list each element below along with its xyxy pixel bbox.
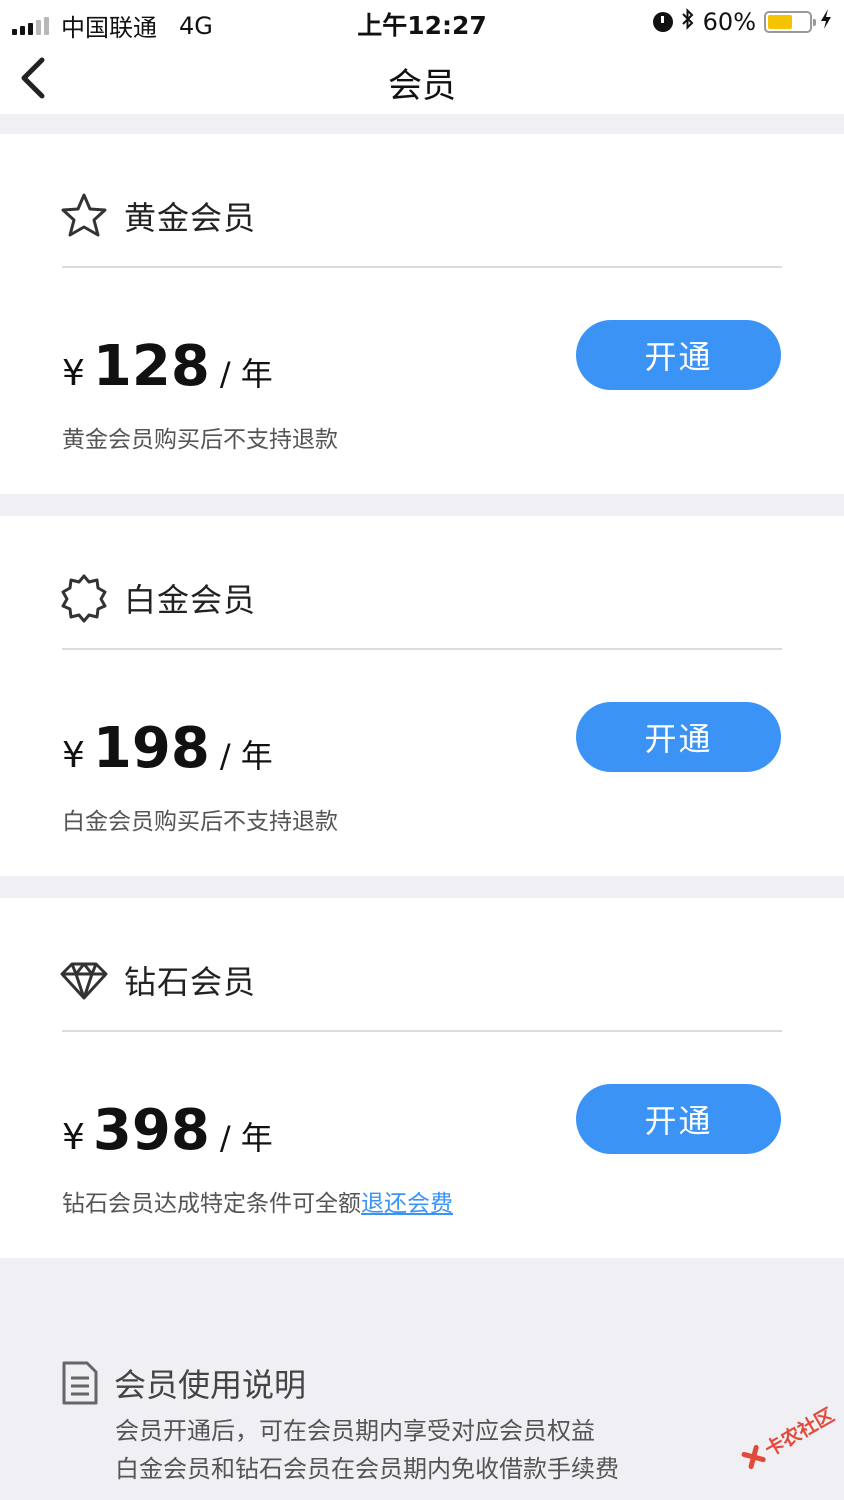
divider <box>62 1030 782 1032</box>
refund-fee-link[interactable]: 退还会费 <box>361 1191 453 1217</box>
open-diamond-button[interactable]: 开通 <box>576 1084 781 1154</box>
currency-symbol: ¥ <box>62 1117 85 1158</box>
plan-header: 钻石会员 <box>58 950 256 1010</box>
price-unit: / 年 <box>219 737 273 775</box>
plan-note: 黄金会员购买后不支持退款 <box>62 427 338 453</box>
divider <box>62 266 782 268</box>
plan-header: 黄金会员 <box>58 186 256 246</box>
plan-price: ¥ 398 / 年 <box>62 1098 273 1163</box>
star-icon <box>61 193 107 237</box>
battery-fill <box>768 15 792 29</box>
status-right: 60% <box>652 8 832 36</box>
price-unit: / 年 <box>219 1119 273 1157</box>
charging-icon <box>820 8 832 36</box>
battery-percent: 60% <box>702 8 756 36</box>
open-platinum-button[interactable]: 开通 <box>576 702 781 772</box>
plan-note: 钻石会员达成特定条件可全额退还会费 <box>62 1184 453 1218</box>
plan-name: 黄金会员 <box>124 199 257 237</box>
price-value: 198 <box>92 716 210 781</box>
currency-symbol: ¥ <box>62 353 85 394</box>
badge-icon <box>61 574 107 623</box>
nav-bar: 会员 <box>0 44 844 114</box>
instructions-body: 会员开通后，可在会员期内享受对应会员权益 白金会员和钻石会员在会员期内免收借款手… <box>115 1412 619 1488</box>
battery-icon <box>764 11 816 33</box>
currency-symbol: ¥ <box>62 735 85 776</box>
plan-name: 钻石会员 <box>124 963 257 1001</box>
price-value: 398 <box>92 1098 210 1163</box>
plan-card-gold: 黄金会员 ¥ 128 / 年 开通 黄金会员购买后不支持退款 <box>0 134 844 494</box>
plan-price: ¥ 128 / 年 <box>62 334 273 399</box>
diamond-icon <box>60 962 108 1000</box>
price-unit: / 年 <box>219 355 273 393</box>
instruction-line: 白金会员和钻石会员在会员期内免收借款手续费 <box>115 1455 619 1483</box>
instructions-header: 会员使用说明 <box>60 1360 306 1406</box>
plan-card-diamond: 钻石会员 ¥ 398 / 年 开通 钻石会员达成特定条件可全额退还会费 <box>0 898 844 1258</box>
open-gold-button[interactable]: 开通 <box>576 320 781 390</box>
plan-price: ¥ 198 / 年 <box>62 716 273 781</box>
plan-header: 白金会员 <box>58 568 256 628</box>
plan-note: 白金会员购买后不支持退款 <box>62 809 338 835</box>
plan-note-text: 钻石会员达成特定条件可全额 <box>62 1191 361 1217</box>
instructions-title: 会员使用说明 <box>114 1366 307 1404</box>
alarm-icon <box>652 12 673 32</box>
membership-instructions: 会员使用说明 会员开通后，可在会员期内享受对应会员权益 白金会员和钻石会员在会员… <box>0 1258 844 1500</box>
plan-card-platinum: 白金会员 ¥ 198 / 年 开通 白金会员购买后不支持退款 <box>0 516 844 876</box>
document-icon <box>62 1361 98 1405</box>
plan-name: 白金会员 <box>124 581 257 619</box>
status-bar: 中国联通 4G 上午12:27 60% <box>0 0 844 44</box>
divider <box>62 648 782 650</box>
bluetooth-icon <box>681 8 695 36</box>
instruction-line: 会员开通后，可在会员期内享受对应会员权益 <box>115 1417 595 1445</box>
page-title: 会员 <box>388 66 456 106</box>
price-value: 128 <box>92 334 210 399</box>
